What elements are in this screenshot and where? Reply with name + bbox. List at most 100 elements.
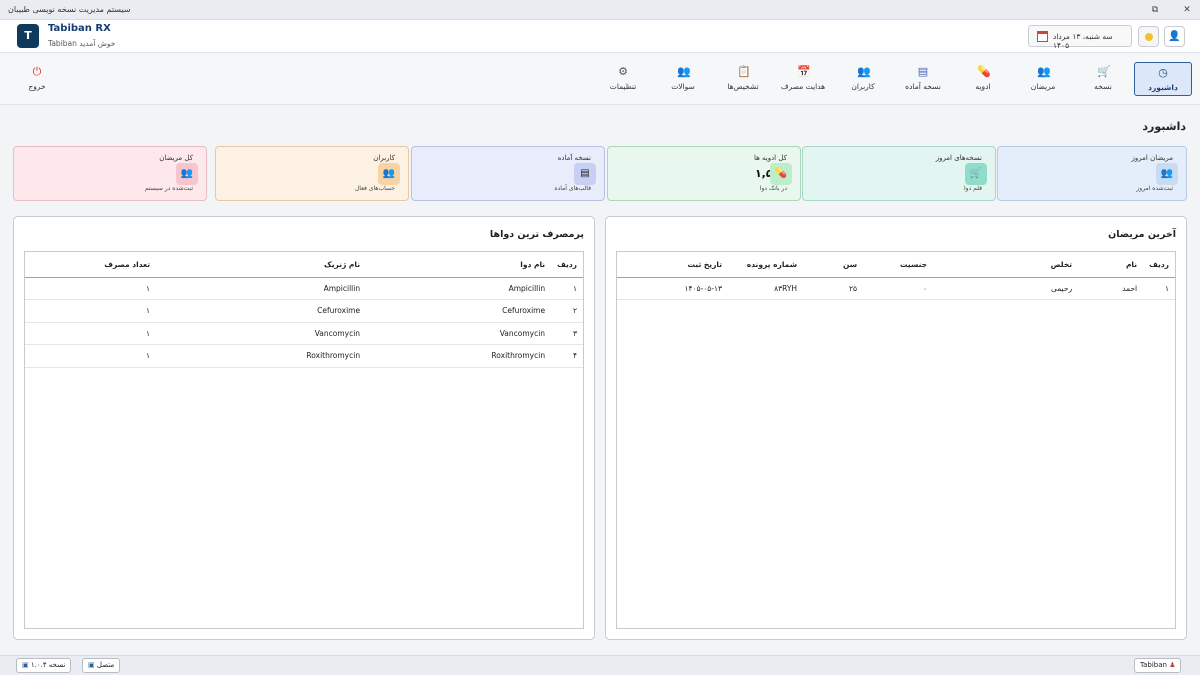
recent-patients-column-header[interactable]: تخلص [933, 252, 1079, 278]
recent-patients-column-header[interactable]: جنسیت [863, 252, 934, 278]
restore-icon[interactable]: ⧉ [1148, 3, 1162, 17]
toolbar-diagnoses-button[interactable]: 📋 تشخیص‌ها [714, 62, 772, 96]
app-header: T Tabiban RX Tabiban خوش آمدید سه شنبه، … [0, 20, 1200, 53]
table-row[interactable]: ۱ Ampicillin Ampicillin ۱ [25, 277, 583, 300]
prescription-icon: 🛒 [1097, 65, 1111, 78]
date-text: سه شنبه، ۱۳ مرداد ۱۴۰۵ [1053, 32, 1113, 50]
stat-ready-prescriptions-icon: ▤ [574, 163, 596, 185]
welcome-text: Tabiban خوش آمدید [48, 39, 116, 48]
status-bar: ▣ نسخه ۱.۰.۴ ▣ متصل Tabiban ♟ [0, 655, 1200, 675]
top-drugs-column-header[interactable]: تعداد مصرف [25, 252, 157, 278]
app-name: Tabiban RX [48, 23, 111, 34]
toolbar-dashboard-label: داشبورد [1148, 83, 1178, 92]
table-cell: Roxithromycin [366, 344, 552, 368]
version-text: نسخه ۱.۰.۴ [30, 661, 66, 669]
stat-card-users: کاربران۱حساب‌های فعال👥 [215, 146, 409, 201]
stat-today-prescriptions-icon: 🛒 [965, 163, 987, 185]
toolbar-patients-button[interactable]: 👥 مریضان [1014, 62, 1072, 96]
table-cell: Cefuroxime [366, 299, 552, 323]
toolbar-drugs-button[interactable]: 💊 ادویه [954, 62, 1012, 96]
table-cell: رحیمی [933, 277, 1079, 300]
toolbar-usage-guide-button[interactable]: 📅 هدایت مصرف [774, 62, 832, 96]
stat-subtitle: ثبت‌شده در سیستم [144, 185, 193, 192]
toolbar-settings-button[interactable]: ⚙ تنظیمات [594, 62, 652, 96]
questions-icon: 👥 [677, 65, 691, 78]
table-row[interactable]: ۴ Roxithromycin Roxithromycin ۱ [25, 344, 583, 368]
top-drugs-column-header[interactable]: ردیف [551, 252, 583, 278]
theme-toggle-button[interactable] [1138, 26, 1159, 47]
window-title: سیستم مدیریت نسخه نویسی طبیبان [8, 5, 131, 14]
current-user[interactable]: Tabiban ♟ [1134, 658, 1182, 673]
calendar-icon [1037, 31, 1048, 42]
recent-patients-column-header[interactable]: ردیف [1143, 252, 1175, 278]
table-cell: Ampicillin [156, 277, 367, 300]
sun-icon [1145, 33, 1153, 41]
stat-title: مریضان امروز [1131, 154, 1173, 162]
user-avatar-icon[interactable]: 👤 [1164, 26, 1185, 47]
stat-subtitle: قالب‌های آماده [554, 185, 591, 192]
table-cell: ۱ [25, 322, 157, 345]
toolbar-diagnoses-label: تشخیص‌ها [727, 82, 759, 91]
table-cell: ۴ [551, 344, 583, 368]
stat-title: نسخه آماده [557, 154, 591, 162]
close-icon[interactable]: ✕ [1180, 3, 1194, 17]
toolbar-questions-label: سوالات [671, 82, 695, 91]
table-cell: Ampicillin [366, 277, 552, 300]
top-drugs-panel: پرمصرف ترین دواها ردیف نام دوا نام ژنریک تع… [13, 216, 595, 640]
stat-today-patients-icon: 👥 [1156, 163, 1178, 185]
top-drugs-table: ردیف نام دوا نام ژنریک تعداد مصرف ۱ Ampicill… [24, 251, 584, 629]
toolbar-prescription-button[interactable]: 🛒 نسخه [1074, 62, 1132, 96]
toolbar-ready-prescription-label: نسخه آماده [905, 82, 941, 91]
connection-text: متصل [96, 661, 115, 669]
table-row[interactable]: ۳ Vancomycin Vancomycin ۱ [25, 322, 583, 345]
table-cell: Cefuroxime [156, 299, 367, 323]
app-logo: T [17, 24, 39, 48]
table-row[interactable]: ۲ Cefuroxime Cefuroxime ۱ [25, 299, 583, 323]
logout-label: خروج [28, 82, 46, 91]
top-drugs-title: پرمصرف ترین دواها [489, 229, 584, 240]
logout-button[interactable]: ⏻ خروج [8, 62, 66, 96]
date-display: سه شنبه، ۱۳ مرداد ۱۴۰۵ [1028, 25, 1132, 50]
drugs-icon: 💊 [977, 65, 991, 78]
stat-subtitle: ثبت‌شده امروز [1136, 185, 1173, 192]
settings-icon: ⚙ [618, 65, 628, 78]
recent-patients-column-header[interactable]: شماره پرونده [728, 252, 804, 278]
connection-status: ▣ متصل [82, 658, 121, 673]
stat-title: نسخه‌های امروز [935, 154, 982, 162]
toolbar-dashboard-button[interactable]: ◷ داشبورد [1134, 62, 1192, 96]
version-icon: ▣ [22, 661, 31, 669]
table-cell: ۲۵ [803, 277, 864, 300]
stat-card-ready-prescriptions: نسخه آماده۰قالب‌های آماده▤ [411, 146, 605, 201]
toolbar-ready-prescription-button[interactable]: ▤ نسخه آماده [894, 62, 952, 96]
recent-patients-column-header[interactable]: تاریخ ثبت [617, 252, 729, 278]
page-title: داشبورد [1142, 120, 1186, 133]
stat-total-patients-icon: 👥 [176, 163, 198, 185]
table-row[interactable]: ۱ احمد رحیمی ۰ ۲۵ ۸۳RYH ۱۴۰۵-۰۵-۱۳ [617, 277, 1175, 300]
table-cell: ۱ [551, 277, 583, 300]
user-icon: ♟ [1166, 661, 1176, 669]
usage-guide-icon: 📅 [797, 65, 811, 78]
table-cell: Vancomycin [156, 322, 367, 345]
stat-subtitle: قلم دوا [964, 185, 982, 192]
stat-total-drugs-icon: 💊 [770, 163, 792, 185]
toolbar-questions-button[interactable]: 👥 سوالات [654, 62, 712, 96]
stat-title: کاربران [373, 154, 395, 162]
toolbar-users-button[interactable]: 👥 کاربران [834, 62, 892, 96]
toolbar-prescription-label: نسخه [1094, 82, 1112, 91]
top-drugs-column-header[interactable]: نام دوا [366, 252, 552, 278]
toolbar-drugs-label: ادویه [975, 82, 991, 91]
recent-patients-column-header[interactable]: نام [1078, 252, 1144, 278]
recent-patients-table: ردیف نام تخلص جنسیت سن شماره پرونده تاریخ ثبت … [616, 251, 1176, 629]
connection-icon: ▣ [88, 661, 97, 669]
recent-patients-title: آخرین مریضان [1108, 229, 1176, 240]
table-cell: ۱ [1143, 277, 1175, 300]
ready-prescription-icon: ▤ [917, 65, 929, 78]
stat-subtitle: در بانک دوا [759, 185, 787, 192]
recent-patients-column-header[interactable]: سن [803, 252, 864, 278]
stat-title: کل ادویه ها [753, 154, 787, 162]
top-drugs-column-header[interactable]: نام ژنریک [156, 252, 367, 278]
stat-subtitle: حساب‌های فعال [354, 185, 395, 192]
title-bar: سیستم مدیریت نسخه نویسی طبیبان ⧉ ✕ [0, 0, 1200, 20]
users-icon: 👥 [857, 65, 871, 78]
table-cell: Vancomycin [366, 322, 552, 345]
